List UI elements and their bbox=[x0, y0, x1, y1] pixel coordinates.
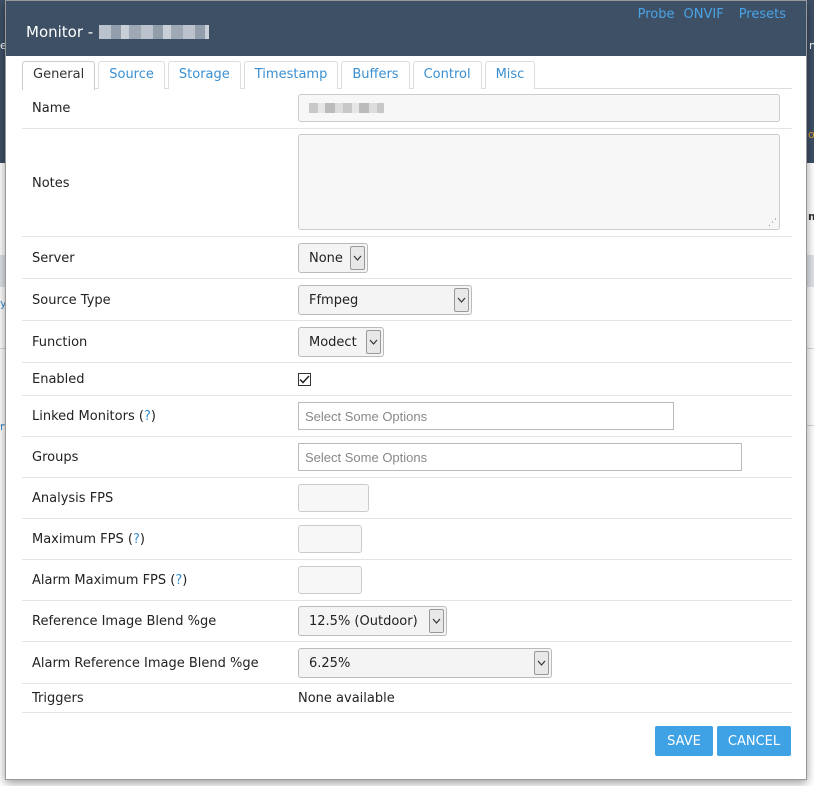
function-row: Function Modect bbox=[22, 321, 792, 363]
chevron-down-icon bbox=[429, 609, 444, 633]
chevron-down-icon bbox=[454, 288, 469, 312]
background-fragment: r bbox=[0, 420, 5, 433]
alarm-maximum-fps-label: Alarm Maximum FPS (?) bbox=[32, 573, 188, 588]
linked-monitors-multiselect[interactable]: Select Some Options bbox=[298, 402, 674, 430]
ref-blend-label: Reference Image Blend %ge bbox=[32, 614, 217, 629]
modal-title-text: Monitor - bbox=[26, 23, 94, 41]
analysis-fps-input[interactable] bbox=[298, 484, 369, 512]
presets-link[interactable]: Presets bbox=[739, 7, 786, 22]
function-select-value: Modect bbox=[309, 334, 357, 350]
name-row: Name bbox=[22, 89, 792, 129]
tab-source[interactable]: Source bbox=[98, 61, 165, 89]
modal-title: Monitor - bbox=[26, 23, 210, 41]
redacted-monitor-name bbox=[99, 25, 210, 39]
ref-blend-select-value: 12.5% (Outdoor) bbox=[309, 613, 418, 629]
chevron-down-icon bbox=[534, 651, 549, 675]
alarm-maximum-fps-row: Alarm Maximum FPS (?) bbox=[22, 560, 792, 601]
monitor-modal: Monitor - Probe ONVIF Presets General So… bbox=[5, 0, 807, 780]
function-select[interactable]: Modect bbox=[298, 327, 384, 357]
probe-link[interactable]: Probe bbox=[638, 7, 675, 22]
tab-storage[interactable]: Storage bbox=[167, 61, 241, 89]
source-type-select-value: Ffmpeg bbox=[309, 292, 359, 308]
source-type-select[interactable]: Ffmpeg bbox=[298, 285, 472, 315]
linked-monitors-placeholder: Select Some Options bbox=[305, 408, 428, 424]
notes-container: ⋰ bbox=[298, 134, 780, 230]
onvif-link[interactable]: ONVIF bbox=[684, 7, 724, 22]
header-links: Probe ONVIF Presets bbox=[638, 7, 786, 22]
server-label: Server bbox=[32, 251, 75, 266]
server-select[interactable]: None bbox=[298, 243, 368, 273]
alarm-maximum-fps-input[interactable] bbox=[298, 566, 362, 594]
ref-blend-row: Reference Image Blend %ge 12.5% (Outdoor… bbox=[22, 601, 792, 642]
background-fragment: o bbox=[808, 128, 814, 141]
server-select-value: None bbox=[309, 250, 343, 266]
chevron-down-icon bbox=[350, 246, 365, 270]
triggers-value: None available bbox=[298, 691, 395, 706]
triggers-row: Triggers None available bbox=[22, 684, 792, 713]
redacted-name-value bbox=[309, 103, 384, 113]
tab-misc[interactable]: Misc bbox=[484, 61, 536, 89]
maximum-fps-row: Maximum FPS (?) bbox=[22, 519, 792, 560]
notes-row: Notes ⋰ bbox=[22, 129, 792, 237]
tab-timestamp[interactable]: Timestamp bbox=[243, 61, 339, 89]
groups-multiselect[interactable]: Select Some Options bbox=[298, 443, 742, 471]
groups-placeholder: Select Some Options bbox=[305, 449, 428, 465]
alarm-ref-blend-select-value: 6.25% bbox=[309, 655, 351, 671]
maximum-fps-label: Maximum FPS (?) bbox=[32, 532, 145, 547]
source-type-row: Source Type Ffmpeg bbox=[22, 279, 792, 321]
name-label: Name bbox=[32, 101, 71, 116]
general-form: Name Notes ⋰ Server None Source Type Ffm… bbox=[22, 89, 792, 713]
enabled-checkbox[interactable] bbox=[298, 373, 311, 386]
help-link[interactable]: ? bbox=[133, 532, 140, 547]
groups-row: Groups Select Some Options bbox=[22, 437, 792, 478]
chevron-down-icon bbox=[366, 330, 381, 354]
alarm-ref-blend-select[interactable]: 6.25% bbox=[298, 648, 552, 678]
tab-buffers[interactable]: Buffers bbox=[341, 61, 410, 89]
tab-control[interactable]: Control bbox=[412, 61, 482, 89]
checkmark-icon bbox=[299, 375, 310, 384]
save-button[interactable]: SAVE bbox=[655, 726, 713, 756]
help-link[interactable]: ? bbox=[144, 409, 151, 424]
notes-label: Notes bbox=[32, 176, 70, 191]
linked-monitors-row: Linked Monitors (?) Select Some Options bbox=[22, 396, 792, 437]
resize-grip-icon[interactable]: ⋰ bbox=[768, 218, 777, 228]
groups-label: Groups bbox=[32, 450, 79, 465]
cancel-button[interactable]: CANCEL bbox=[717, 726, 791, 756]
ref-blend-select[interactable]: 12.5% (Outdoor) bbox=[298, 606, 447, 636]
analysis-fps-label: Analysis FPS bbox=[32, 491, 114, 506]
tab-bar: General Source Storage Timestamp Buffers… bbox=[22, 61, 792, 90]
alarm-ref-blend-label: Alarm Reference Image Blend %ge bbox=[32, 656, 259, 671]
triggers-label: Triggers bbox=[32, 691, 84, 706]
modal-header: Monitor - Probe ONVIF Presets bbox=[6, 1, 806, 56]
source-type-label: Source Type bbox=[32, 293, 111, 308]
name-input[interactable] bbox=[298, 94, 780, 122]
function-label: Function bbox=[32, 335, 88, 350]
linked-monitors-label: Linked Monitors (?) bbox=[32, 409, 156, 424]
server-row: Server None bbox=[22, 237, 792, 279]
background-fragment: m bbox=[808, 210, 814, 223]
alarm-ref-blend-row: Alarm Reference Image Blend %ge 6.25% bbox=[22, 642, 792, 684]
enabled-row: Enabled bbox=[22, 363, 792, 396]
notes-textarea[interactable] bbox=[298, 134, 780, 230]
tab-general[interactable]: General bbox=[22, 61, 96, 90]
maximum-fps-input[interactable] bbox=[298, 525, 362, 553]
analysis-fps-row: Analysis FPS bbox=[22, 478, 792, 519]
background-fragment: nt bbox=[809, 39, 814, 52]
enabled-label: Enabled bbox=[32, 372, 85, 387]
